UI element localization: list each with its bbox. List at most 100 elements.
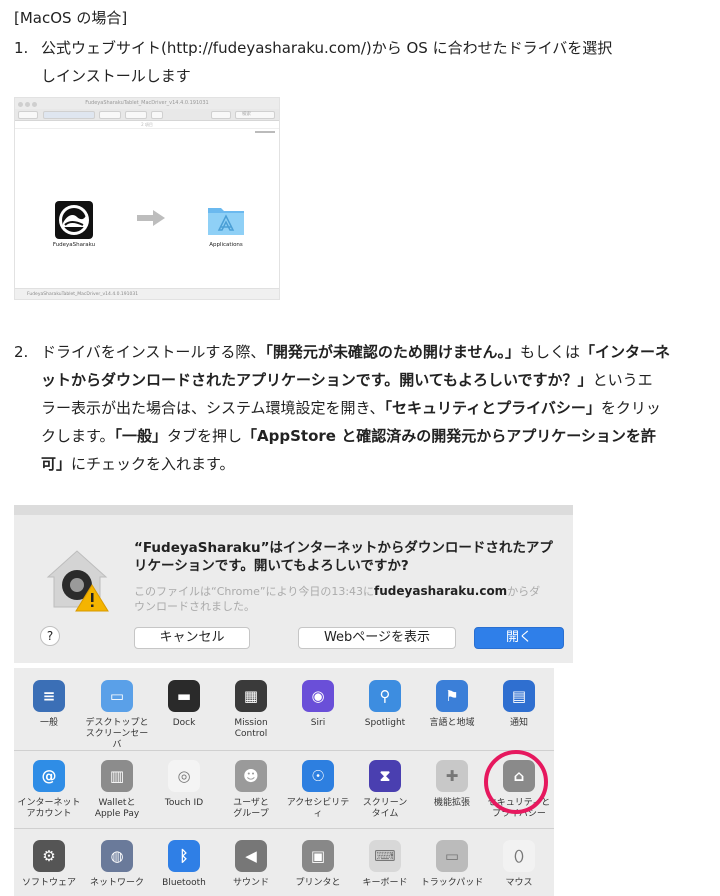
fudeyasharaku-app-icon[interactable]: [55, 201, 93, 239]
step1-line2: しインストールします: [41, 67, 191, 85]
text-span: にチェックを入れます。: [71, 455, 235, 473]
pref-accessibility[interactable]: ☉ アクセシビリティ: [283, 760, 353, 820]
emphasis-span: 「開発元が未確認のため開けません。」: [265, 343, 520, 361]
pref-desktop[interactable]: ▭ デスクトップと スクリーンセーバ: [82, 680, 152, 751]
source-domain: fudeyasharaku.com: [374, 584, 508, 598]
pref-software-update[interactable]: ⚙ ソフトウェア: [14, 840, 84, 889]
internet-accounts-icon: @: [33, 760, 65, 792]
open-button[interactable]: 開く: [474, 627, 564, 649]
pref-mission-control[interactable]: ▦ Mission Control: [216, 680, 286, 740]
dialog-title-line2: リケーションです。開いてもよろしいですか?: [134, 558, 409, 574]
action-gear-icon[interactable]: [125, 111, 147, 119]
system-preferences-window: ≡ 一般 ▭ デスクトップと スクリーンセーバ ▬ Dock ▦ Mission Contro…: [14, 668, 554, 896]
pref-label: 機能拡張: [433, 798, 470, 808]
emphasis-span: 可」: [41, 455, 72, 473]
spotlight-icon: ⚲: [369, 680, 401, 712]
pref-users[interactable]: ☻ ユーザと グループ: [216, 760, 286, 820]
touchid-icon: ◎: [168, 760, 200, 792]
accessibility-icon: ☉: [302, 760, 334, 792]
view-mode-icon[interactable]: [43, 111, 95, 119]
text-span: ドライバをインストールする際、: [41, 343, 266, 361]
row-divider: [14, 750, 554, 751]
pref-language[interactable]: ⚑ 言語と地域: [417, 680, 487, 729]
network-icon: ◍: [101, 840, 133, 872]
nav-back-forward-icon[interactable]: [18, 111, 38, 119]
pref-notifications[interactable]: ▤ 通知: [484, 680, 554, 729]
pref-label: インターネット アカウント: [17, 798, 81, 819]
group-icon[interactable]: [99, 111, 121, 119]
notifications-icon: ▤: [503, 680, 535, 712]
pref-touchid[interactable]: ◎ Touch ID: [149, 760, 219, 809]
step1-number: 1.: [14, 39, 29, 57]
text-span: もしくは: [519, 343, 580, 361]
pref-label: ソフトウェア: [21, 878, 76, 888]
status-path-text: FudeyaSharakuTablet_MacDriver_v14.4.0.19…: [27, 292, 139, 297]
finder-titlebar: FudeyaSharakuTablet_MacDriver_v14.4.0.19…: [15, 98, 279, 109]
pref-dock[interactable]: ▬ Dock: [149, 680, 219, 729]
dock-icon: ▬: [168, 680, 200, 712]
pref-label: Mission Control: [234, 718, 268, 739]
pref-wallet[interactable]: ▥ Walletと Apple Pay: [82, 760, 152, 820]
pref-spotlight[interactable]: ⚲ Spotlight: [350, 680, 420, 729]
pref-network[interactable]: ◍ ネットワーク: [82, 840, 152, 889]
share-icon[interactable]: [211, 111, 231, 119]
pref-label: アクセシビリティ: [286, 798, 350, 819]
text-span: タブを押し: [167, 427, 243, 445]
printer-icon: ▣: [302, 840, 334, 872]
pref-sound[interactable]: ◀ サウンド: [216, 840, 286, 889]
help-button[interactable]: ?: [40, 626, 60, 646]
mission-control-icon: ▦: [235, 680, 267, 712]
emphasis-span: 「セキュリティとプライバシー」: [384, 399, 601, 417]
pref-label: 一般: [39, 718, 58, 728]
pref-label: Bluetooth: [162, 878, 206, 888]
pref-label: Spotlight: [364, 718, 406, 728]
pref-internet-accounts[interactable]: @ インターネット アカウント: [14, 760, 84, 820]
zoom-slider[interactable]: [255, 131, 275, 133]
pref-label: 通知: [509, 718, 528, 728]
extensions-icon: ✚: [436, 760, 468, 792]
pref-trackpad[interactable]: ▭ トラックパッド: [417, 840, 487, 889]
tag-icon[interactable]: [151, 111, 163, 119]
pref-extensions[interactable]: ✚ 機能拡張: [417, 760, 487, 809]
highlight-circle: [484, 750, 548, 814]
pref-label: Touch ID: [164, 798, 204, 808]
finder-window-screenshot: FudeyaSharakuTablet_MacDriver_v14.4.0.19…: [14, 97, 280, 300]
emphasis-span: 「AppStore と確認済みの開発元からアプリケーションを許: [242, 427, 656, 445]
text-span: このファイルは“Chrome”により今日の13:43に: [134, 585, 375, 598]
finder-window-title: FudeyaSharakuTablet_MacDriver_v14.4.0.19…: [85, 100, 209, 106]
pref-label: マウス: [505, 878, 533, 888]
section-heading: [MacOS の場合]: [14, 9, 128, 27]
pref-label: デスクトップと スクリーンセーバ: [85, 718, 149, 750]
row-divider: [14, 828, 554, 829]
arrow-right-icon: [137, 210, 165, 230]
dialog-subtitle-line2: ウンロードされました。: [134, 600, 255, 613]
pref-label: Walletと Apple Pay: [94, 798, 140, 819]
screen-time-icon: ⧗: [369, 760, 401, 792]
item-count-text: 2 項目: [141, 122, 153, 127]
users-icon: ☻: [235, 760, 267, 792]
emphasis-span: ットからダウンロードされたアプリケーションです。開いてもよろしいですか？」: [41, 371, 593, 389]
pref-keyboard[interactable]: ⌨ キーボード: [350, 840, 420, 889]
pref-printer[interactable]: ▣ プリンタと: [283, 840, 353, 889]
pref-label: Dock: [172, 718, 196, 728]
pref-siri[interactable]: ◉ Siri: [283, 680, 353, 729]
cancel-button[interactable]: キャンセル: [134, 627, 250, 649]
gatekeeper-warning-icon: [42, 545, 112, 619]
pref-bluetooth[interactable]: ᛒ Bluetooth: [149, 840, 219, 889]
general-icon: ≡: [33, 680, 65, 712]
pref-mouse[interactable]: ⬯ マウス: [484, 840, 554, 889]
siri-icon: ◉: [302, 680, 334, 712]
dialog-subtitle-line1: このファイルは“Chrome”により今日の13:43にfudeyasharaku…: [134, 583, 540, 600]
applications-folder-icon[interactable]: [207, 204, 245, 240]
pref-general[interactable]: ≡ 一般: [14, 680, 84, 729]
show-webpage-button[interactable]: Webページを表示: [298, 627, 456, 649]
pref-label: キーボード: [362, 878, 408, 888]
pref-label: Siri: [310, 718, 326, 728]
sound-icon: ◀: [235, 840, 267, 872]
keyboard-icon: ⌨: [369, 840, 401, 872]
pref-label: ネットワーク: [89, 878, 144, 888]
finder-search-field[interactable]: 検索: [235, 111, 275, 119]
pref-screen-time[interactable]: ⧗ スクリーン タイム: [350, 760, 420, 820]
pref-label: サウンド: [232, 878, 269, 888]
step1-line1: 公式ウェブサイト(http://fudeyasharaku.com/)から OS…: [41, 39, 613, 57]
